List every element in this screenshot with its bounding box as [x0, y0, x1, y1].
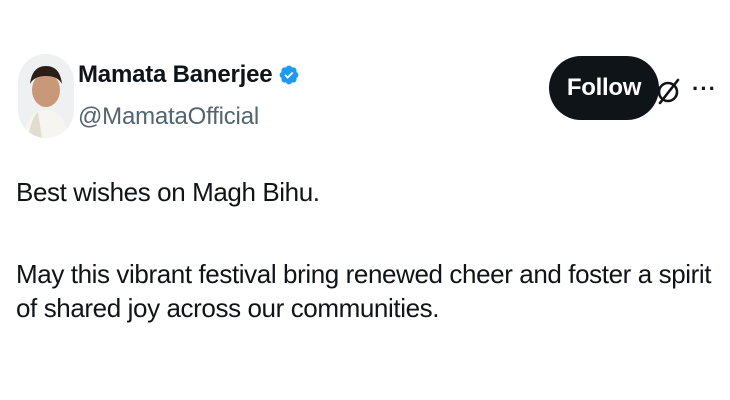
tweet-header: Mamata Banerjee @MamataOfficial Follow ·…: [14, 54, 716, 138]
grok-icon[interactable]: [654, 76, 684, 106]
tweet-paragraph-2: May this vibrant festival bring renewed …: [16, 259, 712, 323]
tweet-paragraph-1: Best wishes on Magh Bihu.: [16, 177, 320, 207]
follow-button[interactable]: Follow: [549, 56, 659, 120]
avatar[interactable]: [18, 54, 74, 138]
author-info: Mamata Banerjee @MamataOfficial: [78, 60, 300, 132]
more-options-icon[interactable]: ···: [692, 74, 722, 104]
tweet-text: Best wishes on Magh Bihu. May this vibra…: [16, 175, 716, 325]
verified-badge-icon: [280, 65, 299, 85]
display-name[interactable]: Mamata Banerjee: [78, 60, 273, 90]
handle[interactable]: @MamataOfficial: [78, 102, 300, 132]
display-name-row[interactable]: Mamata Banerjee: [78, 60, 300, 90]
